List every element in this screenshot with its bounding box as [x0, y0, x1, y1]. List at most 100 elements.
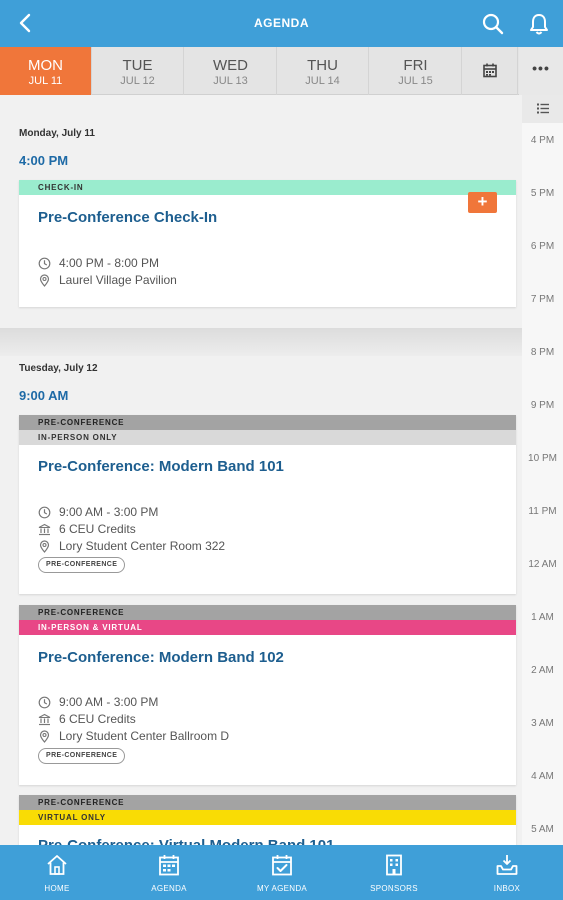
day-tab-dow: TUE	[122, 57, 153, 74]
session-time: 9:00 AM - 3:00 PM	[38, 504, 338, 521]
agenda-list[interactable]: Monday, July 11 4:00 PM CHECK-IN Pre-Con…	[0, 95, 522, 845]
day-selector: MON JUL 11 TUE JUL 12 WED JUL 13 THU JUL…	[0, 47, 563, 95]
section-time-label: 4:00 PM	[19, 153, 69, 168]
day-tab-dow: FRI	[403, 57, 428, 74]
session-tag: IN-PERSON ONLY	[19, 430, 516, 445]
nav-tab-inbox[interactable]: INBOX	[451, 845, 563, 900]
session-tag: VIRTUAL ONLY	[19, 810, 516, 825]
session-location: Lory Student Center Room 322	[38, 538, 338, 555]
nav-tab-label: MY AGENDA	[256, 884, 308, 893]
session-tag: PRE-CONFERENCE	[19, 605, 516, 620]
timeline-hour: 10 PM	[528, 453, 557, 464]
section-date-label: Monday, July 11	[19, 128, 95, 139]
session-location-text: Lory Student Center Room 322	[59, 539, 226, 553]
session-title[interactable]: Pre-Conference: Modern Band 101	[38, 458, 284, 475]
timeline-hour: 3 AM	[531, 718, 554, 729]
timeline-hour: 7 PM	[530, 294, 555, 305]
session-time: 9:00 AM - 3:00 PM	[38, 694, 338, 711]
clock-icon	[38, 506, 51, 519]
home-icon	[47, 855, 67, 875]
location-pin-icon	[39, 540, 50, 553]
day-tab-date: JUL 14	[305, 75, 340, 87]
timeline-rail[interactable]: 4 PM 5 PM 6 PM 7 PM 8 PM 9 PM 10 PM 11 P…	[522, 95, 563, 845]
timeline-hour: 2 AM	[531, 665, 554, 676]
day-tab-thu[interactable]: THU JUL 14	[277, 47, 369, 95]
nav-tab-label: SPONSORS	[370, 884, 418, 893]
calendar-check-icon	[272, 855, 292, 876]
day-tab-date: JUL 11	[28, 75, 63, 87]
timeline-hour: 5 AM	[531, 824, 554, 835]
session-location-text: Laurel Village Pavilion	[59, 273, 177, 287]
timeline-hour: 8 PM	[530, 347, 555, 358]
calendar-icon	[483, 63, 497, 78]
session-time-text: 9:00 AM - 3:00 PM	[59, 695, 159, 709]
session-time-text: 4:00 PM - 8:00 PM	[59, 256, 160, 270]
add-to-agenda-button[interactable]: +	[468, 192, 497, 213]
day-tab-fri[interactable]: FRI JUL 15	[370, 47, 462, 95]
page-title: AGENDA	[253, 16, 309, 30]
list-icon	[537, 103, 549, 114]
inbox-icon	[496, 855, 518, 875]
section-time-label: 9:00 AM	[19, 388, 69, 403]
bank-icon	[38, 523, 51, 536]
more-dots-icon: •••	[532, 60, 550, 76]
session-location: Laurel Village Pavilion	[38, 272, 338, 289]
day-tab-mon[interactable]: MON JUL 11	[0, 47, 92, 95]
session-category-chip[interactable]: PRE-CONFERENCE	[38, 557, 126, 573]
day-tab-date: JUL 13	[213, 75, 248, 87]
section-date-label: Tuesday, July 12	[19, 363, 98, 374]
bank-icon	[38, 713, 51, 726]
timeline-hour: 9 PM	[530, 400, 555, 411]
list-view-button[interactable]	[522, 95, 563, 123]
building-icon	[386, 854, 402, 876]
session-tag: PRE-CONFERENCE	[19, 415, 516, 430]
session-time: 4:00 PM - 8:00 PM	[38, 255, 338, 272]
clock-icon	[38, 257, 51, 270]
nav-tab-label: INBOX	[493, 884, 521, 893]
bell-icon[interactable]	[526, 11, 552, 37]
clock-icon	[38, 696, 51, 709]
session-location-text: Lory Student Center Ballroom D	[59, 729, 230, 743]
day-tab-dow: MON	[28, 57, 63, 74]
calendar-picker-button[interactable]	[462, 47, 518, 95]
session-category-chip[interactable]: PRE-CONFERENCE	[38, 748, 126, 764]
timeline-hour: 4 AM	[531, 771, 554, 782]
app-header: AGENDA	[0, 0, 563, 47]
session-card[interactable]: CHECK-IN Pre-Conference Check-In + 4:00 …	[19, 180, 516, 307]
timeline-hour: 6 PM	[530, 241, 555, 252]
session-time-text: 9:00 AM - 3:00 PM	[59, 505, 159, 519]
location-pin-icon	[39, 730, 50, 743]
day-tab-tue[interactable]: TUE JUL 12	[92, 47, 184, 95]
session-credits: 6 CEU Credits	[38, 521, 338, 538]
timeline-hour: 5 PM	[530, 188, 555, 199]
session-credits-text: 6 CEU Credits	[59, 712, 136, 726]
nav-tab-sponsors[interactable]: SPONSORS	[338, 845, 450, 900]
day-tab-dow: THU	[307, 57, 338, 74]
session-title[interactable]: Pre-Conference Check-In	[38, 209, 217, 226]
timeline-hour: 1 AM	[531, 612, 554, 623]
timeline-hour: 11 PM	[528, 506, 557, 517]
nav-tab-label: AGENDA	[151, 884, 187, 893]
session-title[interactable]: Pre-Conference: Virtual Modern Band 101	[38, 837, 334, 845]
session-card[interactable]: PRE-CONFERENCE IN-PERSON & VIRTUAL Pre-C…	[19, 605, 516, 785]
nav-tab-home[interactable]: HOME	[1, 845, 113, 900]
day-tab-wed[interactable]: WED JUL 13	[185, 47, 277, 95]
nav-tab-label: HOME	[44, 884, 70, 893]
session-tag: PRE-CONFERENCE	[19, 795, 516, 810]
search-icon[interactable]	[480, 11, 506, 37]
nav-tab-agenda[interactable]: AGENDA	[113, 845, 225, 900]
session-credits-text: 6 CEU Credits	[59, 522, 136, 536]
bottom-navigation: HOME AGENDA MY AGENDA SPONSORS INBOX	[0, 845, 563, 900]
session-title[interactable]: Pre-Conference: Modern Band 102	[38, 649, 284, 666]
timeline-hour: 12 AM	[528, 559, 557, 570]
session-location: Lory Student Center Ballroom D	[38, 728, 338, 745]
session-card[interactable]: PRE-CONFERENCE IN-PERSON ONLY Pre-Confer…	[19, 415, 516, 594]
nav-tab-my-agenda[interactable]: MY AGENDA	[226, 845, 338, 900]
session-card[interactable]: PRE-CONFERENCE VIRTUAL ONLY Pre-Conferen…	[19, 795, 516, 845]
day-tab-date: JUL 15	[398, 75, 433, 87]
more-options-button[interactable]: •••	[519, 47, 563, 95]
day-tab-dow: WED	[213, 57, 248, 74]
session-tag: IN-PERSON & VIRTUAL	[19, 620, 516, 635]
timeline-hour: 4 PM	[530, 135, 555, 146]
location-pin-icon	[39, 274, 50, 287]
